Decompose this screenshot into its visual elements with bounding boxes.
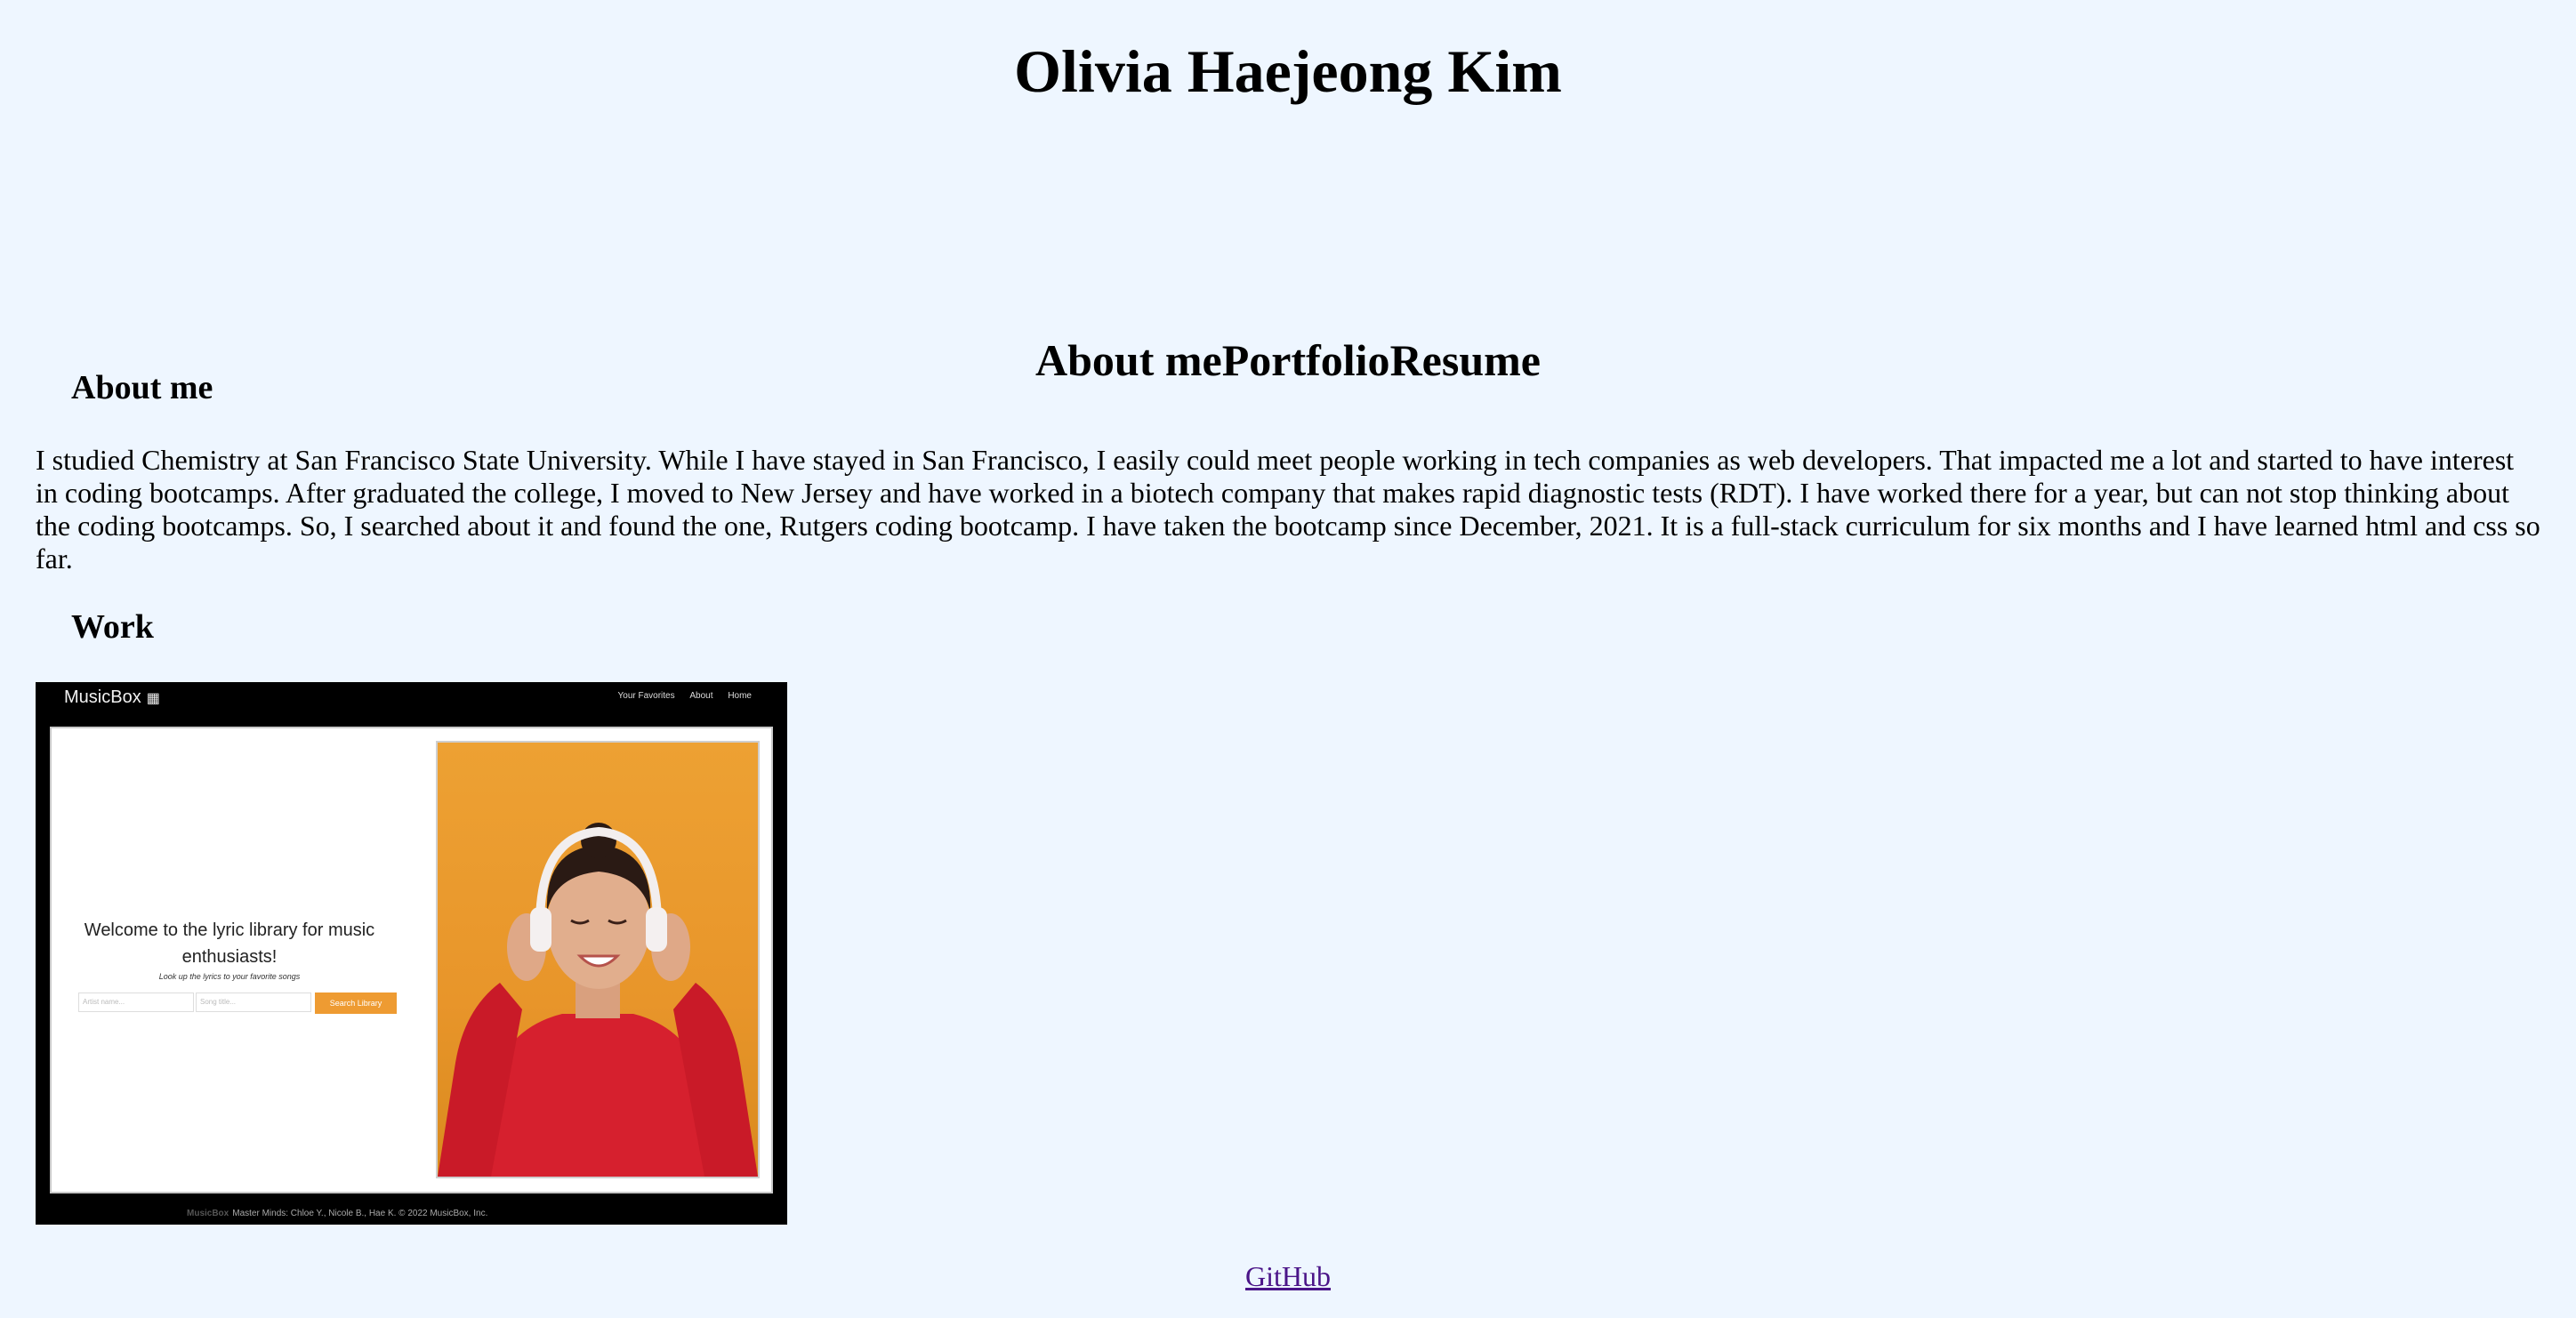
project-screenshot-musicbox[interactable]: MusicBox ▦ Your Favorites About Home Welc… [36, 682, 787, 1225]
qr-code-icon: ▦ [146, 691, 160, 706]
musicbox-hero-card: Welcome to the lyric library for music e… [50, 727, 773, 1193]
work-heading: Work [71, 608, 154, 646]
musicbox-brand: MusicBox ▦ [64, 687, 160, 707]
github-link[interactable]: GitHub [1245, 1260, 1331, 1292]
musicbox-navbar: MusicBox ▦ Your Favorites About Home [36, 682, 787, 718]
about-heading: About me [71, 369, 213, 406]
musicbox-footer: MusicBox Master Minds: Chloe Y., Nicole B… [187, 1209, 488, 1218]
site-header: Olivia Haejeong Kim [0, 0, 2576, 110]
musicbox-welcome-text: Welcome to the lyric library for music e… [84, 920, 375, 967]
musicbox-song-input: Song title... [196, 993, 311, 1012]
work-section: Work MusicBox ▦ Your Favorites About Home… [36, 602, 2540, 1225]
main-content: About me I studied Chemistry at San Fran… [36, 363, 2540, 1225]
musicbox-link-home: Home [728, 691, 752, 701]
page-footer: GitHub [0, 1258, 2576, 1294]
site-title: Olivia Haejeong Kim [1014, 37, 1562, 105]
about-text: I studied Chemistry at San Francisco Sta… [36, 444, 2540, 575]
musicbox-link-favorites: Your Favorites [617, 691, 675, 701]
about-section: About me I studied Chemistry at San Fran… [36, 363, 2540, 575]
musicbox-search-button: Search Library [315, 993, 397, 1014]
musicbox-artist-input: Artist name... [78, 993, 194, 1012]
musicbox-subtitle: Look up the lyrics to your favorite song… [158, 972, 301, 981]
woman-with-headphones-image [438, 823, 758, 1177]
musicbox-nav-links: Your Favorites About Home [606, 691, 753, 701]
musicbox-hero-photo [436, 741, 760, 1178]
musicbox-link-about: About [689, 691, 713, 701]
